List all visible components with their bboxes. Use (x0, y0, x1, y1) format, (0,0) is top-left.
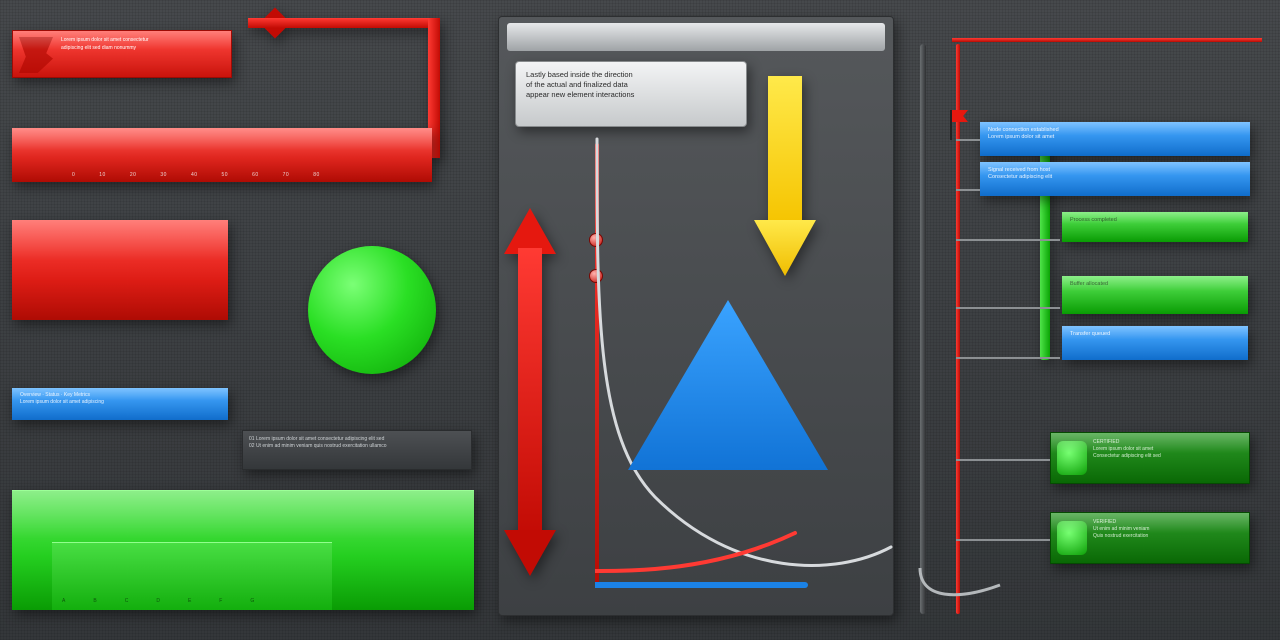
green-circle-shape (308, 246, 436, 374)
callout-line: of the actual and finalized data (526, 80, 736, 90)
certificate-icon (1057, 441, 1087, 475)
strip-line: Overview · Status · Key Metrics (20, 392, 220, 399)
tick-label: 70 (283, 172, 290, 178)
horizontal-rail-red (952, 38, 1262, 42)
arrow-down-yellow-icon (754, 76, 816, 276)
tick-label: 40 (191, 172, 198, 178)
double-arrow-vertical-icon (504, 208, 556, 576)
list-item: Buffer allocated (1062, 276, 1248, 314)
tick-label: 30 (160, 172, 167, 178)
list-item: Node connection established Lorem ipsum … (980, 122, 1250, 156)
list-item-line: Signal received from host (988, 167, 1242, 174)
badge-card-green: CERTIFIED Lorem ipsum dolor sit amet Con… (1050, 432, 1250, 484)
callout-line: Lastly based inside the direction (526, 70, 736, 80)
badge-line: Ut enim ad minim veniam (1093, 526, 1241, 533)
list-item-line: Transfer queued (1070, 331, 1240, 338)
list-item: Process completed (1062, 212, 1248, 242)
badge-line: Quis nostrud exercitation (1093, 533, 1241, 540)
caption-line: 01 Lorem ipsum dolor sit amet consectetu… (249, 436, 465, 443)
badge-line: CERTIFIED (1093, 439, 1241, 446)
red-scale-bar: 0 10 20 30 40 50 60 70 80 (12, 128, 432, 182)
verify-icon (1057, 521, 1087, 555)
card-line: adipiscing elit sed diam nonummy (61, 45, 223, 53)
badge-line: Lorem ipsum dolor sit amet (1093, 446, 1241, 453)
tick-label: 20 (130, 172, 137, 178)
blue-info-strip: Overview · Status · Key Metrics Lorem ip… (12, 388, 228, 420)
callout-line: appear new element interactions (526, 90, 736, 100)
tick-label: E (188, 598, 191, 604)
panel-titlebar (507, 23, 885, 51)
central-panel: Lastly based inside the direction of the… (498, 16, 894, 616)
tick-label: 50 (222, 172, 229, 178)
tick-label: D (156, 598, 160, 604)
green-bar-large: A B C D E F G (12, 490, 474, 610)
list-item-line: Node connection established (988, 127, 1242, 134)
tick-label: G (250, 598, 254, 604)
strip-line: Lorem ipsum dolor sit amet adipiscing (20, 399, 220, 406)
list-item: Transfer queued (1062, 326, 1248, 360)
badge-line: VERIFIED (1093, 519, 1241, 526)
badge-card-green: VERIFIED Ut enim ad minim veniam Quis no… (1050, 512, 1250, 564)
tick-label: 60 (252, 172, 259, 178)
badge-line: Consectetur adipiscing elit sed (1093, 453, 1241, 460)
red-rectangle-shape (12, 220, 228, 320)
connector-pin-icon (589, 269, 603, 283)
list-item-line: Buffer allocated (1070, 281, 1240, 288)
connector-pin-icon (589, 233, 603, 247)
vertical-rail (920, 44, 926, 614)
tick-label: C (125, 598, 129, 604)
tick-label: B (93, 598, 96, 604)
dark-caption-box: 01 Lorem ipsum dolor sit amet consectetu… (242, 430, 472, 470)
tick-label: 80 (313, 172, 320, 178)
tick-label: F (219, 598, 222, 604)
tick-label: A (62, 598, 65, 604)
torn-badge-icon (19, 37, 53, 73)
flag-marker-icon (944, 110, 958, 140)
caption-line: 02 Ut enim ad minim veniam quis nostrud … (249, 443, 465, 450)
tick-label: 0 (72, 172, 75, 178)
list-item-line: Lorem ipsum dolor sit amet (988, 134, 1242, 141)
list-item-line: Process completed (1070, 217, 1240, 224)
list-item-line: Consectetur adipiscing elit (988, 174, 1242, 181)
panel-callout: Lastly based inside the direction of the… (515, 61, 747, 127)
info-card-red: Lorem ipsum dolor sit amet consectetur a… (12, 30, 232, 78)
tick-label: 10 (99, 172, 106, 178)
vertical-red-line (595, 143, 599, 587)
list-item: Signal received from host Consectetur ad… (980, 162, 1250, 196)
card-line: Lorem ipsum dolor sit amet consectetur (61, 37, 223, 45)
